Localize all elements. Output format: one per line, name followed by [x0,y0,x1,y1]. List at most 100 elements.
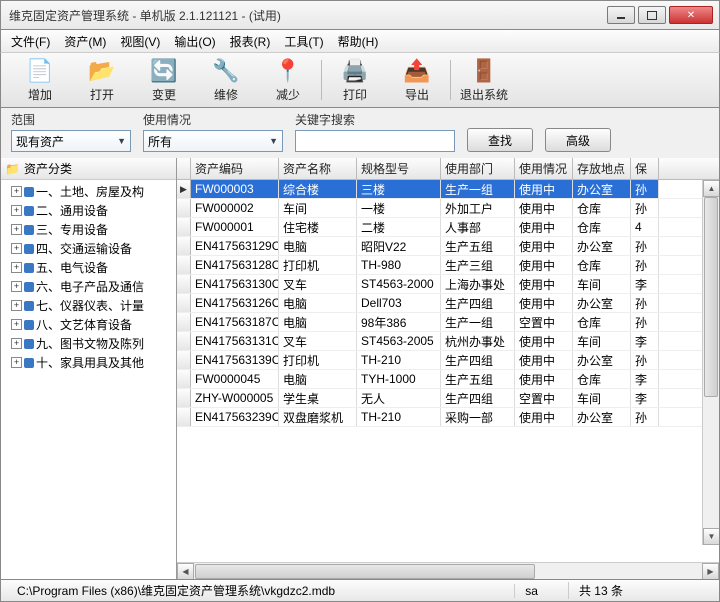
keyword-input[interactable] [295,130,455,152]
table-row[interactable]: EN417563131CN叉车ST4563-2005杭州办事处使用中车间李 [177,332,719,351]
column-header[interactable]: 保 [631,158,659,179]
menu-asset[interactable]: 资产(M) [58,31,112,52]
export-button[interactable]: 📤导出 [386,54,448,107]
expand-icon[interactable]: + [11,319,22,330]
repair-button[interactable]: 🔧维修 [195,54,257,107]
usage-combo[interactable]: 所有▼ [143,130,283,152]
expand-icon[interactable]: + [11,205,22,216]
export-icon: 📤 [403,58,431,84]
scroll-thumb[interactable] [195,564,535,579]
tree-node[interactable]: +一、土地、房屋及构 [1,182,176,201]
expand-icon[interactable]: + [11,262,22,273]
tree-node[interactable]: +十、家具用具及其他 [1,353,176,372]
column-header[interactable]: 规格型号 [357,158,441,179]
tree-node-label: 三、专用设备 [36,221,108,238]
menu-file[interactable]: 文件(F) [5,31,56,52]
row-indicator [177,218,191,236]
tree-node[interactable]: +六、电子产品及通信 [1,277,176,296]
cell: 打印机 [279,256,357,274]
table-row[interactable]: EN417563139CN打印机TH-210生产四组使用中办公室孙 [177,351,719,370]
tree-node[interactable]: +九、图书文物及陈列 [1,334,176,353]
column-header[interactable]: 资产名称 [279,158,357,179]
table-row[interactable]: FW0000045电脑TYH-1000生产五组使用中仓库李 [177,370,719,389]
minimize-button[interactable] [607,6,635,24]
horizontal-scrollbar[interactable]: ◀ ▶ [177,562,719,579]
tree-node[interactable]: +七、仪器仪表、计量 [1,296,176,315]
scroll-thumb[interactable] [704,197,718,397]
scroll-right-button[interactable]: ▶ [702,563,719,579]
menu-view[interactable]: 视图(V) [114,31,166,52]
column-header[interactable]: 存放地点 [573,158,631,179]
tree-node-label: 八、文艺体育设备 [36,316,132,333]
tree-body: +一、土地、房屋及构+二、通用设备+三、专用设备+四、交通运输设备+五、电气设备… [1,180,176,374]
cell: 仓库 [573,218,631,236]
table-row[interactable]: EN417563128CN打印机TH-980生产三组使用中仓库孙 [177,256,719,275]
table-row[interactable]: EN417563129CN电脑昭阳V22生产五组使用中办公室孙 [177,237,719,256]
expand-icon[interactable]: + [11,186,22,197]
tree-node-label: 五、电气设备 [36,259,108,276]
close-button[interactable] [669,6,713,24]
row-indicator [177,275,191,293]
reduce-button[interactable]: 📍减少 [257,54,319,107]
table-row[interactable]: FW000001住宅楼二楼人事部使用中仓库4 [177,218,719,237]
cell: EN417563131CN [191,332,279,350]
expand-icon[interactable]: + [11,300,22,311]
toolbar-separator [450,60,451,100]
cell: 生产四组 [441,351,515,369]
advanced-button[interactable]: 高级 [545,128,611,152]
expand-icon[interactable]: + [11,243,22,254]
tree-node[interactable]: + 五、电气设备 [1,258,176,277]
column-header[interactable]: 资产编码 [191,158,279,179]
tree-node[interactable]: + 三、专用设备 [1,220,176,239]
add-button[interactable]: 📄增加 [9,54,71,107]
expand-icon[interactable]: + [11,357,22,368]
menu-help[interactable]: 帮助(H) [332,31,385,52]
print-button[interactable]: 🖨️打印 [324,54,386,107]
tree-root[interactable]: 📁 资产分类 [1,158,176,180]
menu-output[interactable]: 输出(O) [168,31,221,52]
menu-report[interactable]: 报表(R) [224,31,277,52]
cell: ST4563-2000 [357,275,441,293]
scroll-up-button[interactable]: ▲ [703,180,719,197]
scroll-down-button[interactable]: ▼ [703,528,719,545]
exit-button[interactable]: 🚪退出系统 [453,54,515,107]
open-button[interactable]: 📂打开 [71,54,133,107]
toolbar-separator [321,60,322,100]
table-row[interactable]: EN417563239CN双盘磨浆机TH-210采购一部使用中办公室孙 [177,408,719,427]
grid-header: 资产编码资产名称规格型号使用部门使用情况存放地点保 [177,158,719,180]
maximize-button[interactable] [638,6,666,24]
cell: 仓库 [573,370,631,388]
expand-icon[interactable]: + [11,338,22,349]
add-icon: 📄 [26,58,54,84]
table-row[interactable]: ▶FW000003综合楼三楼生产一组使用中办公室孙 [177,180,719,199]
tree-node[interactable]: +四、交通运输设备 [1,239,176,258]
menu-tool[interactable]: 工具(T) [278,31,329,52]
tree-node[interactable]: +二、通用设备 [1,201,176,220]
row-indicator [177,370,191,388]
expand-icon[interactable]: + [11,224,22,235]
cell: 生产五组 [441,237,515,255]
cell: 外加工户 [441,199,515,217]
cell: 办公室 [573,351,631,369]
cell: 生产五组 [441,370,515,388]
table-row[interactable]: EN417563130CN叉车ST4563-2000上海办事处使用中车间李 [177,275,719,294]
vertical-scrollbar[interactable]: ▲ ▼ [702,180,719,545]
scope-combo[interactable]: 现有资产▼ [11,130,131,152]
table-row[interactable]: FW000002车间一楼外加工户使用中仓库孙 [177,199,719,218]
node-icon [24,206,34,216]
node-icon [24,263,34,273]
scroll-left-button[interactable]: ◀ [177,563,194,579]
expand-icon[interactable]: + [11,281,22,292]
column-header[interactable]: 使用情况 [515,158,573,179]
table-row[interactable]: EN417563126CN电脑Dell703生产四组使用中办公室孙 [177,294,719,313]
table-row[interactable]: EN417563187CN电脑98年386生产一组空置中仓库孙 [177,313,719,332]
cell: 生产四组 [441,389,515,407]
search-button[interactable]: 查找 [467,128,533,152]
cell: EN417563239CN [191,408,279,426]
change-button[interactable]: 🔄变更 [133,54,195,107]
cell: 二楼 [357,218,441,236]
table-row[interactable]: ZHY-W000005学生桌无人生产四组空置中车间李 [177,389,719,408]
tree-node[interactable]: + 八、文艺体育设备 [1,315,176,334]
column-header[interactable]: 使用部门 [441,158,515,179]
cell: 住宅楼 [279,218,357,236]
